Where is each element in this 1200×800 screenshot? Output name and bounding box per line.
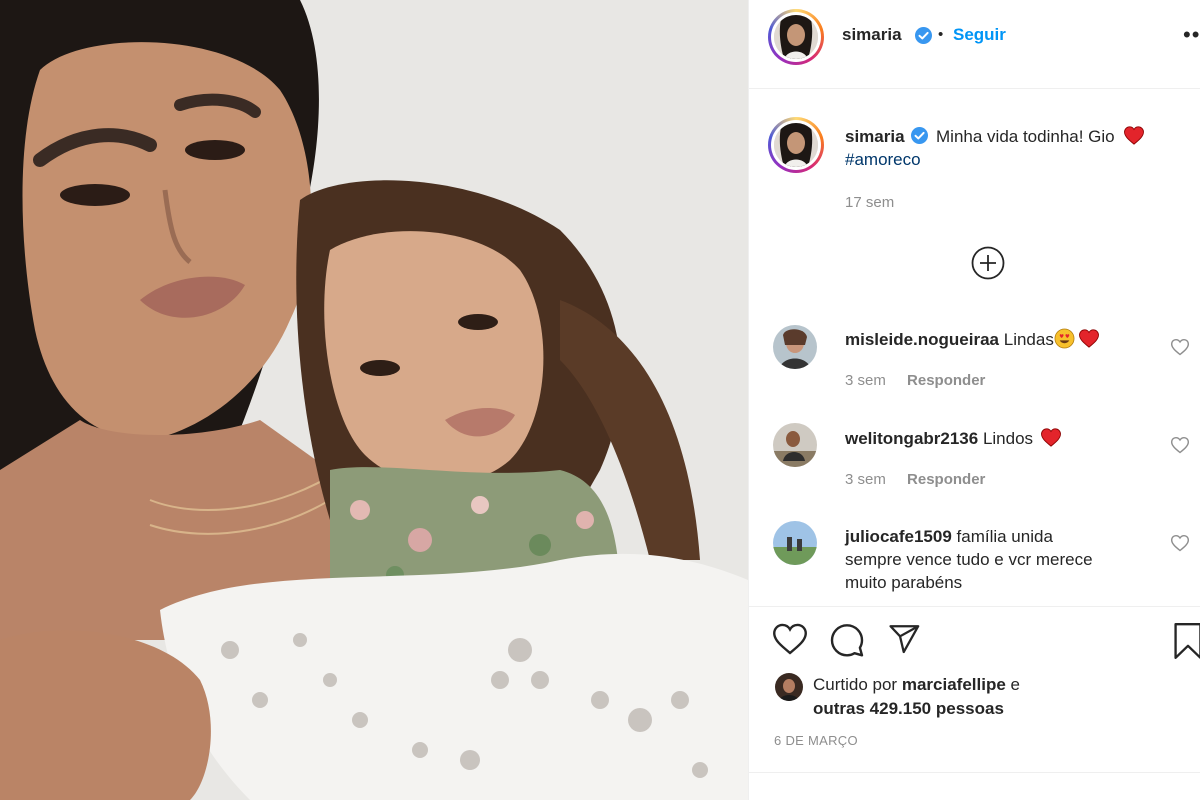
follow-button[interactable]: Seguir <box>953 25 1006 45</box>
save-button-bookmark-icon[interactable] <box>1173 622 1200 660</box>
post-date: 6 DE MARÇO <box>774 733 858 748</box>
comment-like-heart-icon[interactable] <box>1170 435 1190 455</box>
comment-body: juliocafe1509 família unida sempre vence… <box>845 525 1165 594</box>
comment-text: Lindos <box>982 429 1034 448</box>
comment-time: 3 sem <box>845 471 886 488</box>
header-avatar[interactable] <box>768 9 824 65</box>
comment-username[interactable]: welitongabr2136 <box>845 429 978 448</box>
caption-text: Minha vida todinha! Gio <box>936 127 1115 146</box>
header-divider <box>749 88 1200 89</box>
red-heart-emoji-icon <box>1078 329 1099 348</box>
verified-badge-icon <box>911 127 929 144</box>
commenter-photo-icon <box>773 423 817 467</box>
post-photo-illustration <box>0 0 748 800</box>
follow-separator: • <box>938 26 944 43</box>
caption-username[interactable]: simaria <box>845 127 905 146</box>
post-photo[interactable] <box>0 0 748 800</box>
comment-avatar[interactable] <box>773 325 817 369</box>
avatar-portrait-icon <box>774 15 818 59</box>
comment-username[interactable]: juliocafe1509 <box>845 527 952 546</box>
load-more-comments-button[interactable] <box>971 246 1005 285</box>
actions-divider <box>749 606 1200 607</box>
likes-conjunction: e <box>1010 675 1020 694</box>
liker-avatar[interactable] <box>775 673 803 701</box>
commenter-photo-icon <box>773 325 817 369</box>
like-button-heart-icon[interactable] <box>772 622 808 656</box>
caption-time: 17 sem <box>845 194 895 211</box>
likes-prefix: Curtido por <box>813 675 898 694</box>
comment-body: welitongabr2136 Lindos <box>845 427 1062 450</box>
verified-badge-icon <box>915 27 932 44</box>
comment-like-heart-icon[interactable] <box>1170 533 1190 553</box>
likes-text: Curtido por marciafellipe e outras 429.1… <box>813 673 1020 721</box>
plus-circle-icon <box>971 246 1005 280</box>
comment-reply-button[interactable]: Responder <box>907 471 985 488</box>
more-options-icon[interactable]: ••• <box>1183 22 1200 48</box>
comment-avatar[interactable] <box>773 521 817 565</box>
red-heart-emoji-icon <box>1124 126 1145 145</box>
caption-avatar[interactable] <box>768 117 824 173</box>
comment-body: misleide.nogueiraa Lindas <box>845 328 1100 351</box>
comment-time: 3 sem <box>845 372 886 389</box>
comment-form-divider <box>749 772 1200 773</box>
liker-photo-icon <box>775 673 803 701</box>
comment-avatar[interactable] <box>773 423 817 467</box>
likes-others-link[interactable]: outras 429.150 pessoas <box>813 699 1004 718</box>
comment-text-line: família unida <box>956 527 1053 546</box>
header-username[interactable]: simaria <box>842 25 902 45</box>
comment-meta: 3 sem Responder <box>845 471 985 488</box>
comment-text: Lindas <box>1003 330 1054 349</box>
caption-body: simaria Minha vida todinha! Gio #amoreco <box>845 125 1190 171</box>
comment-button-icon[interactable] <box>829 622 865 658</box>
red-heart-emoji-icon <box>1040 428 1061 447</box>
commenter-photo-icon <box>773 521 817 565</box>
heart-eyes-emoji-icon <box>1054 328 1075 349</box>
comment-reply-button[interactable]: Responder <box>907 372 985 389</box>
liker-username[interactable]: marciafellipe <box>902 675 1006 694</box>
comment-text-line: sempre vence tudo e vcr merece <box>845 550 1093 569</box>
comment-username[interactable]: misleide.nogueiraa <box>845 330 999 349</box>
comment-like-heart-icon[interactable] <box>1170 337 1190 357</box>
post-side-panel: simaria • Seguir ••• simaria <box>749 0 1200 800</box>
comment-text-line: muito parabéns <box>845 573 963 592</box>
avatar-portrait-icon <box>774 123 818 167</box>
comment-meta: 3 sem Responder <box>845 372 985 389</box>
caption-hashtag[interactable]: #amoreco <box>845 150 921 169</box>
share-button-paper-plane-icon[interactable] <box>886 622 922 656</box>
